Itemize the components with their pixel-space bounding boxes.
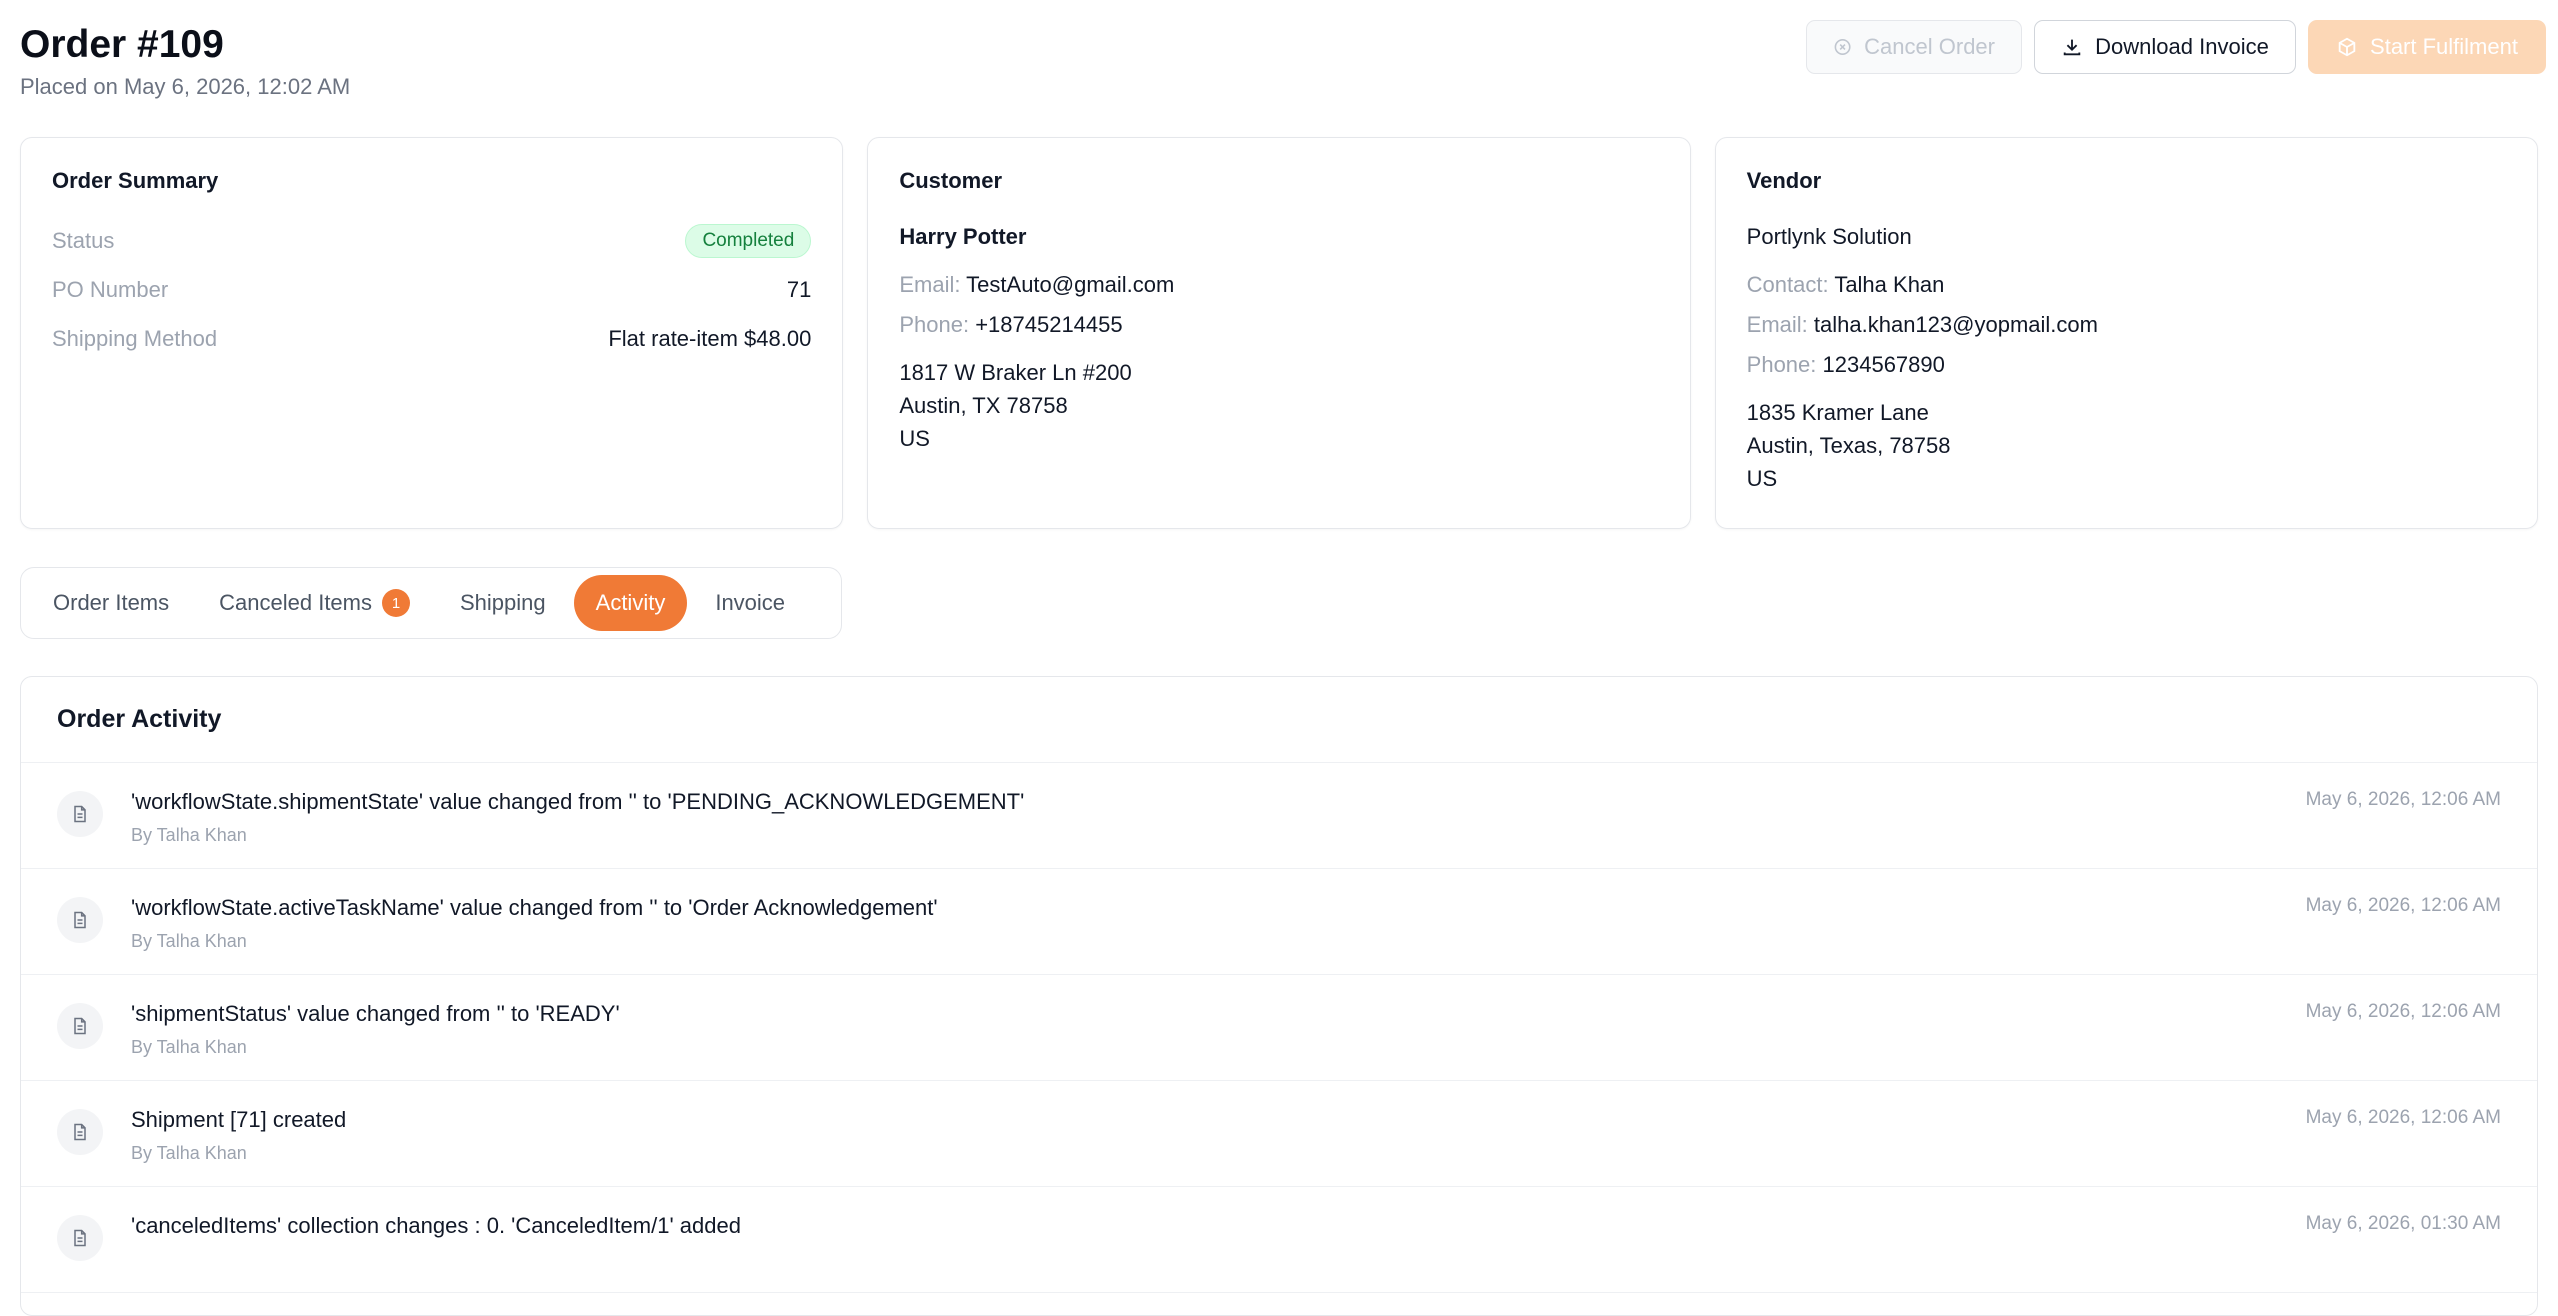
vendor-contact-value: Talha Khan (1834, 272, 1945, 297)
customer-title: Customer (899, 168, 1003, 193)
vendor-phone: Phone: 1234567890 (1747, 352, 2506, 378)
vendor-email-label: Email: (1746, 312, 1808, 337)
tab-canceled-items[interactable]: Canceled Items 1 (197, 575, 432, 631)
page-header: Order #109 Placed on May 6, 2026, 12:02 … (20, 22, 350, 100)
document-icon (57, 1109, 103, 1155)
activity-item: 'workflowState.shipmentState' value chan… (21, 763, 2537, 869)
customer-phone-label: Phone: (899, 312, 970, 337)
vendor-card: Vendor Portlynk Solution Contact: Talha … (1714, 137, 2538, 529)
order-summary-card: Order Summary Status Completed PO Number… (20, 137, 844, 529)
order-activity-title: Order Activity (21, 677, 2537, 763)
vendor-address-line2: Austin, Texas, 78758 (1746, 433, 1951, 458)
activity-timestamp: May 6, 2026, 12:06 AM (2305, 1107, 2501, 1128)
vendor-address-line1: 1835 Kramer Lane (1746, 400, 1929, 425)
header-actions: Cancel Order Download Invoice Start Fulf… (1806, 20, 2546, 74)
tab-order-items[interactable]: Order Items (31, 575, 191, 631)
vendor-email: Email: talha.khan123@yopmail.com (1747, 312, 2506, 338)
page-title: Order #109 (20, 23, 224, 66)
customer-address: 1817 W Braker Ln #200 Austin, TX 78758 U… (899, 356, 1658, 455)
document-icon (57, 1215, 103, 1261)
cancel-order-label: Cancel Order (1864, 34, 1995, 59)
activity-timestamp: May 6, 2026, 01:30 AM (2305, 1213, 2501, 1234)
vendor-title: Vendor (1746, 168, 1822, 193)
customer-address-line1: 1817 W Braker Ln #200 (899, 360, 1132, 385)
activity-author: By Talha Khan (131, 825, 247, 845)
document-icon (57, 791, 103, 837)
vendor-contact: Contact: Talha Khan (1747, 272, 2506, 298)
tab-shipping-label: Shipping (460, 590, 546, 615)
activity-item: Shipment [71] created By Talha Khan May … (21, 1081, 2537, 1187)
tab-activity-label: Activity (595, 590, 666, 615)
status-badge: Completed (685, 224, 812, 258)
activity-timestamp: May 6, 2026, 12:06 AM (2305, 1001, 2501, 1022)
tab-invoice-label: Invoice (715, 590, 786, 615)
vendor-phone-label: Phone: (1746, 352, 1817, 377)
vendor-address: 1835 Kramer Lane Austin, Texas, 78758 US (1747, 396, 2506, 495)
activity-timestamp: May 6, 2026, 12:06 AM (2305, 895, 2501, 916)
order-tabs: Order Items Canceled Items 1 Shipping Ac… (20, 567, 842, 639)
activity-item: 'shipmentStatus' value changed from '' t… (21, 975, 2537, 1081)
activity-timestamp: May 6, 2026, 12:06 AM (2305, 789, 2501, 810)
po-number-row: PO Number 71 (52, 273, 811, 307)
activity-author: By Talha Khan (131, 931, 247, 951)
activity-author: By Talha Khan (131, 1143, 247, 1163)
document-icon (57, 1003, 103, 1049)
customer-phone: Phone: +18745214455 (899, 312, 1658, 338)
customer-card: Customer Harry Potter Email: TestAuto@gm… (867, 137, 1691, 529)
package-icon (2338, 37, 2356, 57)
order-activity-panel: Order Activity 'workflowState.shipmentSt… (20, 676, 2538, 1316)
tab-invoice[interactable]: Invoice (693, 575, 807, 631)
vendor-email-value: talha.khan123@yopmail.com (1813, 312, 2098, 337)
customer-email: Email: TestAuto@gmail.com (899, 272, 1658, 298)
status-row: Status Completed (52, 224, 812, 258)
vendor-contact-label: Contact: (1746, 272, 1829, 297)
activity-text: 'shipmentStatus' value changed from '' t… (131, 1001, 620, 1026)
info-cards: Order Summary Status Completed PO Number… (20, 137, 2538, 529)
activity-text: 'canceledItems' collection changes : 0. … (131, 1213, 741, 1238)
cancel-order-button[interactable]: Cancel Order (1806, 20, 2022, 74)
tab-canceled-items-label: Canceled Items (219, 590, 372, 615)
download-invoice-label: Download Invoice (2095, 34, 2269, 59)
document-icon (57, 897, 103, 943)
activity-text: Shipment [71] created (131, 1107, 347, 1132)
customer-name: Harry Potter (899, 224, 1027, 249)
start-fulfilment-button[interactable]: Start Fulfilment (2308, 20, 2546, 74)
placed-date: Placed on May 6, 2026, 12:02 AM (20, 74, 351, 99)
start-fulfilment-label: Start Fulfilment (2370, 34, 2518, 59)
canceled-items-count-badge: 1 (382, 589, 410, 617)
customer-address-line2: Austin, TX 78758 (899, 393, 1068, 418)
po-number-value: 71 (786, 277, 812, 302)
vendor-phone-value: 1234567890 (1822, 352, 1945, 377)
order-detail-page: Order #109 Placed on May 6, 2026, 12:02 … (0, 0, 2558, 1316)
activity-item: 'canceledItems' collection changes : 0. … (21, 1187, 2537, 1293)
x-circle-icon (1834, 39, 1851, 55)
shipping-method-value: Flat rate-item $48.00 (608, 326, 812, 351)
tab-shipping[interactable]: Shipping (438, 575, 568, 631)
tab-order-items-label: Order Items (53, 590, 170, 615)
status-label: Status (52, 228, 115, 253)
order-summary-title: Order Summary (52, 168, 219, 193)
tab-activity[interactable]: Activity (573, 575, 688, 631)
customer-phone-value: +18745214455 (975, 312, 1123, 337)
shipping-method-row: Shipping Method Flat rate-item $48.00 (52, 322, 811, 356)
vendor-name: Portlynk Solution (1746, 224, 1912, 249)
download-icon (2063, 39, 2081, 56)
shipping-method-label: Shipping Method (52, 326, 218, 351)
vendor-country: US (1746, 466, 1778, 491)
customer-email-label: Email: (899, 272, 961, 297)
activity-text: 'workflowState.activeTaskName' value cha… (131, 895, 938, 920)
activity-item: 'workflowState.activeTaskName' value cha… (21, 869, 2537, 975)
activity-author: By Talha Khan (131, 1037, 247, 1057)
customer-email-value: TestAuto@gmail.com (966, 272, 1175, 297)
download-invoice-button[interactable]: Download Invoice (2034, 20, 2296, 74)
po-number-label: PO Number (52, 277, 169, 302)
activity-text: 'workflowState.shipmentState' value chan… (131, 789, 1025, 814)
customer-country: US (899, 426, 930, 451)
